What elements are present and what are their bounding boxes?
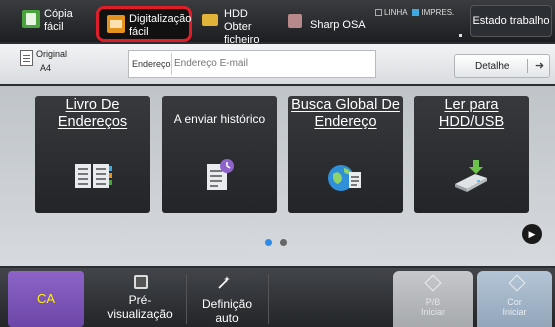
page-indicator	[265, 233, 295, 251]
line-indicator-icon	[375, 9, 382, 16]
page-dot-active[interactable]	[265, 239, 272, 246]
global-address-search-tile[interactable]: Busca Global De Endereço	[288, 96, 403, 213]
line-status-label: LINHA	[384, 8, 408, 17]
send-history-label: A enviar histórico	[173, 112, 266, 126]
divider	[186, 274, 187, 324]
start-diamond-icon	[424, 274, 442, 292]
copy-icon	[22, 10, 40, 28]
hdd-folder-icon	[202, 14, 218, 26]
address-book-tile[interactable]: Livro De Endereços	[35, 96, 150, 213]
bw-start-label: P/B Iniciar	[420, 297, 445, 317]
main-panel: Livro De Endereços A enviar histórico Bu…	[0, 86, 555, 266]
job-status-button[interactable]: Estado trabalho	[470, 5, 552, 37]
page-dot-inactive[interactable]	[280, 239, 287, 246]
email-address-input[interactable]	[174, 58, 364, 69]
scan-icon	[107, 15, 125, 33]
status-indicators: LINHA IMPRES.	[375, 8, 462, 37]
easy-copy-mode-button[interactable]: Cópia fácil	[22, 4, 87, 38]
start-diamond-icon	[508, 274, 526, 292]
hdd-retrieve-label: HDD Obter ficheiro	[224, 8, 260, 46]
send-history-tile[interactable]: A enviar histórico	[162, 96, 277, 213]
color-start-button[interactable]: Cor Iniciar	[477, 271, 552, 327]
auto-setting-label: Definição auto	[201, 297, 253, 325]
address-divider	[171, 53, 172, 75]
print-indicator-icon	[412, 9, 420, 16]
clear-all-button[interactable]: CA	[8, 271, 84, 327]
preview-button[interactable]: Pré- visualização	[96, 271, 184, 327]
magic-wand-icon	[218, 276, 230, 289]
original-document-icon	[20, 50, 33, 66]
easy-copy-label: Cópia fácil	[44, 8, 73, 33]
preview-icon	[134, 275, 148, 289]
hdd-retrieve-mode-button[interactable]: HDD Obter ficheiro	[202, 4, 290, 46]
auto-setting-button[interactable]: Definição auto	[189, 271, 265, 327]
detail-label: Detalhe	[475, 61, 510, 72]
global-address-search-icon	[328, 165, 361, 191]
global-address-search-label: Busca Global De Endereço	[291, 97, 400, 130]
mode-bar: Cópia fácil Digitalização fácil HDD Obte…	[0, 0, 555, 46]
sharp-osa-icon	[288, 14, 302, 28]
address-book-icon	[75, 164, 112, 188]
original-size-value: A4	[40, 63, 52, 73]
sharp-osa-label: Sharp OSA	[310, 19, 366, 31]
address-label: Endereço	[132, 59, 171, 69]
color-start-label: Cor Iniciar	[502, 297, 527, 317]
bw-start-button[interactable]: P/B Iniciar	[393, 271, 473, 327]
original-label: Original	[36, 49, 68, 59]
next-page-button[interactable]: ▶	[522, 224, 542, 244]
read-to-hdd-usb-label: Ler para HDD/USB	[438, 97, 505, 130]
address-row: Original A4 Endereço Detalhe ➜	[0, 44, 555, 84]
sharp-osa-mode-button[interactable]: Sharp OSA	[288, 4, 368, 38]
arrow-right-icon: ➜	[535, 60, 545, 72]
send-history-icon	[207, 159, 234, 190]
hdd-usb-icon	[455, 160, 487, 192]
print-status-label: IMPRES.	[421, 8, 455, 17]
address-book-label: Livro De Endereços	[57, 97, 128, 130]
detail-button[interactable]: Detalhe ➜	[454, 54, 550, 78]
read-to-hdd-usb-tile[interactable]: Ler para HDD/USB	[414, 96, 529, 213]
preview-label: Pré- visualização	[107, 293, 173, 321]
easy-scan-label: Digitalização fácil	[129, 13, 192, 38]
action-bar: CA Pré- visualização Definição auto P/B …	[0, 268, 555, 327]
address-field[interactable]: Endereço	[128, 50, 376, 78]
easy-scan-mode-button[interactable]: Digitalização fácil	[96, 6, 192, 42]
detail-divider	[527, 59, 528, 73]
status-dot-icon	[459, 34, 462, 37]
divider	[268, 274, 269, 324]
